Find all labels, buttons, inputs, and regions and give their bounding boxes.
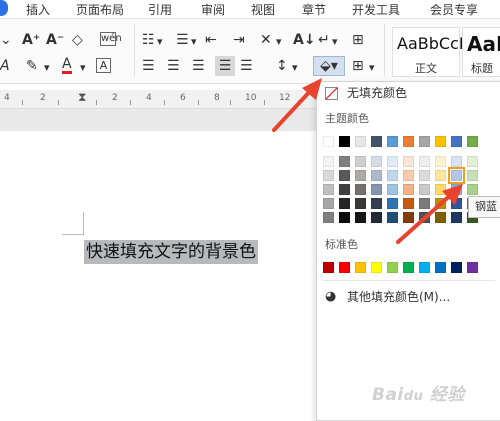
arrow-to-shading-button-icon [272, 78, 322, 132]
annotation-arrows [272, 78, 463, 244]
arrow-to-swatch-icon [396, 184, 463, 244]
baidu-watermark: Baidu 经验 [372, 385, 465, 405]
